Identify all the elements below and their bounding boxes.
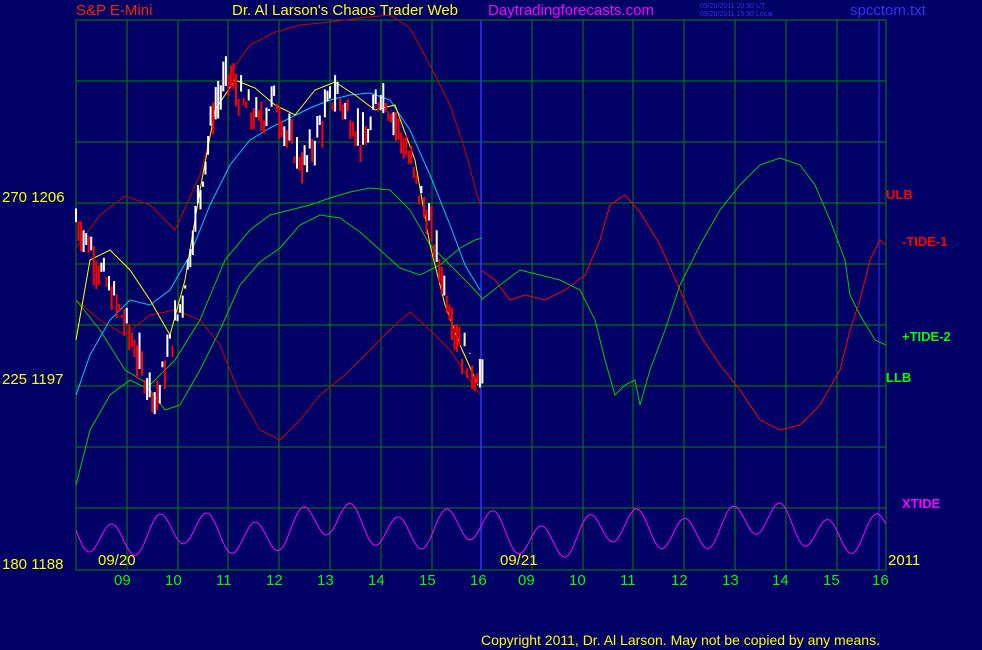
ulb-label: ULB — [886, 187, 913, 202]
y-label-270: 270 1206 — [2, 190, 65, 205]
hour-tick: 09 — [518, 572, 535, 589]
date-label-0921: 09/21 — [500, 552, 538, 569]
y-index: 180 — [2, 556, 28, 573]
y-price: 1188 — [31, 556, 64, 573]
y-index: 225 — [2, 371, 28, 388]
hour-tick: 10 — [569, 572, 586, 589]
hour-tick: 12 — [671, 572, 688, 589]
chart-canvas — [75, 14, 887, 571]
hour-tick: 09 — [114, 572, 131, 589]
hour-tick: 13 — [317, 572, 334, 589]
chart-title: Dr. Al Larson's Chaos Trader Web — [232, 2, 459, 19]
hour-tick: 14 — [772, 572, 789, 589]
symbol-label: S&P E-Mini — [76, 2, 153, 19]
hour-tick: 12 — [266, 572, 283, 589]
hour-tick: 15 — [419, 572, 436, 589]
tide1-label: -TIDE-1 — [902, 234, 948, 249]
hour-tick: 11 — [216, 572, 232, 589]
xtide-label: XTIDE — [902, 496, 941, 511]
y-label-225: 225 1197 — [2, 372, 63, 387]
hour-tick: 15 — [823, 572, 840, 589]
copyright-notice: Copyright 2011, Dr. Al Larson. May not b… — [481, 632, 880, 648]
llb-label: LLB — [886, 370, 912, 385]
timestamp-local: 09/20/2011 15:30 Local — [700, 11, 773, 18]
hour-tick: 13 — [722, 572, 739, 589]
y-price: 1197 — [31, 371, 64, 388]
date-label-0920: 09/20 — [98, 552, 136, 569]
date-label-year: 2011 — [888, 552, 921, 569]
y-price: 1206 — [31, 189, 65, 206]
hour-tick: 16 — [872, 572, 889, 589]
hour-tick: 10 — [165, 572, 182, 589]
y-index: 270 — [2, 189, 28, 206]
ma-fast-line — [75, 79, 479, 386]
hour-tick: 16 — [470, 572, 487, 589]
timestamp-ut: 09/20/2011 20:30 UT — [700, 3, 766, 10]
hour-tick: 11 — [620, 572, 636, 589]
site-link[interactable]: Daytradingforecasts.com — [488, 3, 654, 18]
tide2-label: +TIDE-2 — [902, 329, 951, 344]
data-file-label: spcctom.txt — [850, 2, 926, 19]
y-label-180: 180 1188 — [2, 557, 63, 572]
hour-tick: 14 — [368, 572, 385, 589]
